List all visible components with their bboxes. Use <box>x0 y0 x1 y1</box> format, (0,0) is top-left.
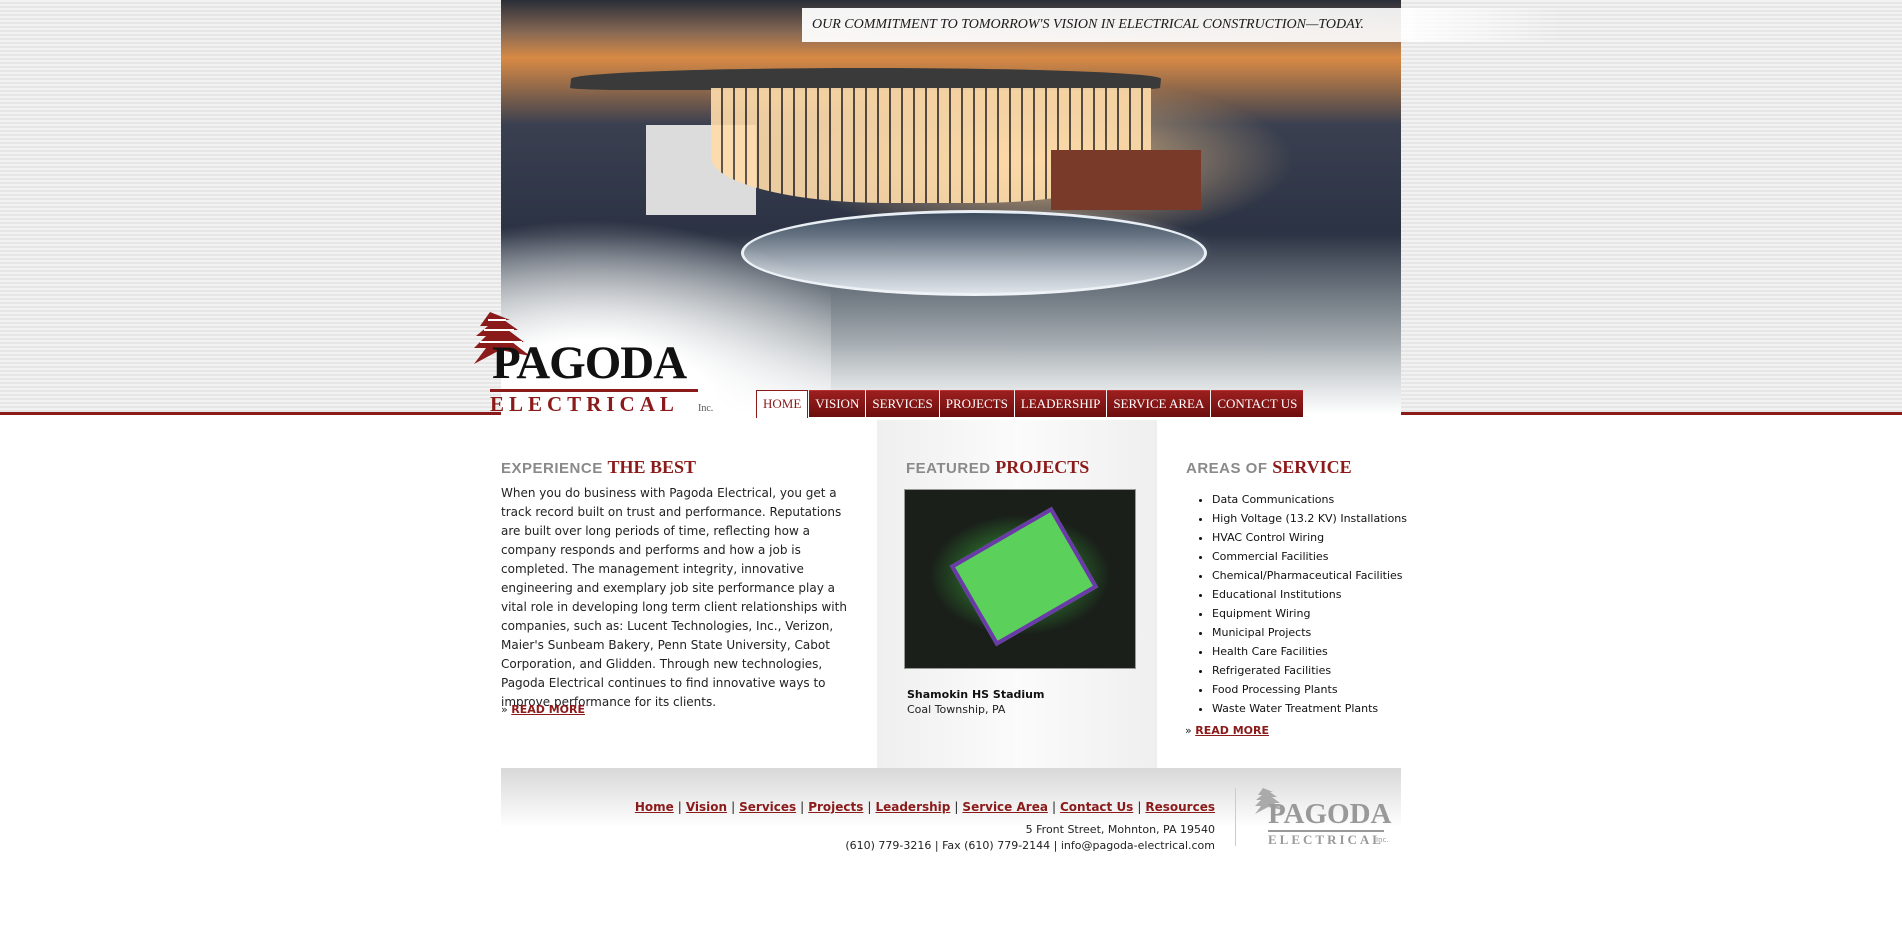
experience-body: When you do business with Pagoda Electri… <box>501 486 847 709</box>
experience-heading-red: THE BEST <box>607 457 696 477</box>
service-read-more-link[interactable]: READ MORE <box>1195 724 1269 737</box>
building-roof <box>569 68 1163 90</box>
nav-leadership[interactable]: LEADERSHIP <box>1014 390 1107 417</box>
list-item: Food Processing Plants <box>1212 680 1407 699</box>
list-item: Refrigerated Facilities <box>1212 661 1407 680</box>
stadium-field <box>949 506 1099 647</box>
service-list: Data Communications High Voltage (13.2 K… <box>1195 490 1407 718</box>
nav-service-area[interactable]: SERVICE AREA <box>1107 390 1211 417</box>
featured-project-photo[interactable] <box>904 489 1136 669</box>
featured-project-location: Coal Township, PA <box>907 703 1006 716</box>
logo-inc: Inc. <box>698 403 714 414</box>
footer-links: Home | Vision | Services | Projects | Leadership… <box>634 800 1215 814</box>
list-item: Chemical/Pharmaceutical Facilities <box>1212 566 1407 585</box>
nav-vision[interactable]: VISION <box>809 390 866 417</box>
list-item: High Voltage (13.2 KV) Installations <box>1212 509 1407 528</box>
footer-link-home[interactable]: Home <box>635 800 674 814</box>
list-item: Commercial Facilities <box>1212 547 1407 566</box>
projects-heading-red: PROJECTS <box>995 457 1090 477</box>
raquo-icon: » <box>501 703 508 716</box>
main-nav: HOME VISION SERVICES PROJECTS LEADERSHIP… <box>756 390 1304 418</box>
raquo-icon: » <box>1185 724 1192 737</box>
logo-name: PAGODA <box>492 337 687 389</box>
service-heading: AREAS OF SERVICE <box>1186 457 1352 478</box>
list-item: Equipment Wiring <box>1212 604 1407 623</box>
list-item: Municipal Projects <box>1212 623 1407 642</box>
service-read-more: » READ MORE <box>1185 724 1269 737</box>
footer-link-projects[interactable]: Projects <box>808 800 863 814</box>
footer-logo-name: PAGODA <box>1268 798 1392 830</box>
experience-read-more-link[interactable]: READ MORE <box>511 703 585 716</box>
footer-link-services[interactable]: Services <box>739 800 796 814</box>
footer-link-service-area[interactable]: Service Area <box>962 800 1048 814</box>
footer-address: 5 Front Street, Mohnton, PA 19540 <box>1025 823 1215 836</box>
nav-contact-us[interactable]: CONTACT US <box>1211 390 1304 417</box>
service-heading-grey: AREAS OF <box>1186 460 1268 477</box>
footer-contact: (610) 779-3216 | Fax (610) 779-2144 | in… <box>845 839 1215 852</box>
footer-divider <box>1235 788 1236 846</box>
logo-sub: ELECTRICAL <box>490 389 698 416</box>
experience-read-more: » READ MORE <box>501 703 585 716</box>
list-item: Health Care Facilities <box>1212 642 1407 661</box>
building-brick-wing <box>1051 150 1201 210</box>
footer-link-contact-us[interactable]: Contact Us <box>1060 800 1133 814</box>
footer-pagoda-logo: PAGODA ELECTRICAL Inc. <box>1248 786 1392 847</box>
pagoda-logo[interactable]: PAGODA ELECTRICAL Inc. <box>460 310 720 420</box>
nav-home[interactable]: HOME <box>756 390 809 418</box>
service-heading-red: SERVICE <box>1272 457 1352 477</box>
list-item: Educational Institutions <box>1212 585 1407 604</box>
footer-logo-sub: ELECTRICAL <box>1268 830 1384 847</box>
footer-link-leadership[interactable]: Leadership <box>875 800 950 814</box>
nav-projects[interactable]: PROJECTS <box>939 390 1014 417</box>
footer-link-vision[interactable]: Vision <box>686 800 727 814</box>
footer-logo-inc: Inc. <box>1376 836 1389 844</box>
list-item: HVAC Control Wiring <box>1212 528 1407 547</box>
projects-heading: FEATURED PROJECTS <box>906 457 1089 478</box>
tagline: OUR COMMITMENT TO TOMORROW'S VISION IN E… <box>812 17 1364 32</box>
footer-link-resources[interactable]: Resources <box>1145 800 1215 814</box>
experience-heading: EXPERIENCE THE BEST <box>501 457 696 478</box>
projects-heading-grey: FEATURED <box>906 460 991 477</box>
list-item: Data Communications <box>1212 490 1407 509</box>
nav-services[interactable]: SERVICES <box>866 390 939 417</box>
featured-project-name: Shamokin HS Stadium <box>907 688 1045 701</box>
experience-heading-grey: EXPERIENCE <box>501 460 603 477</box>
list-item: Waste Water Treatment Plants <box>1212 699 1407 718</box>
